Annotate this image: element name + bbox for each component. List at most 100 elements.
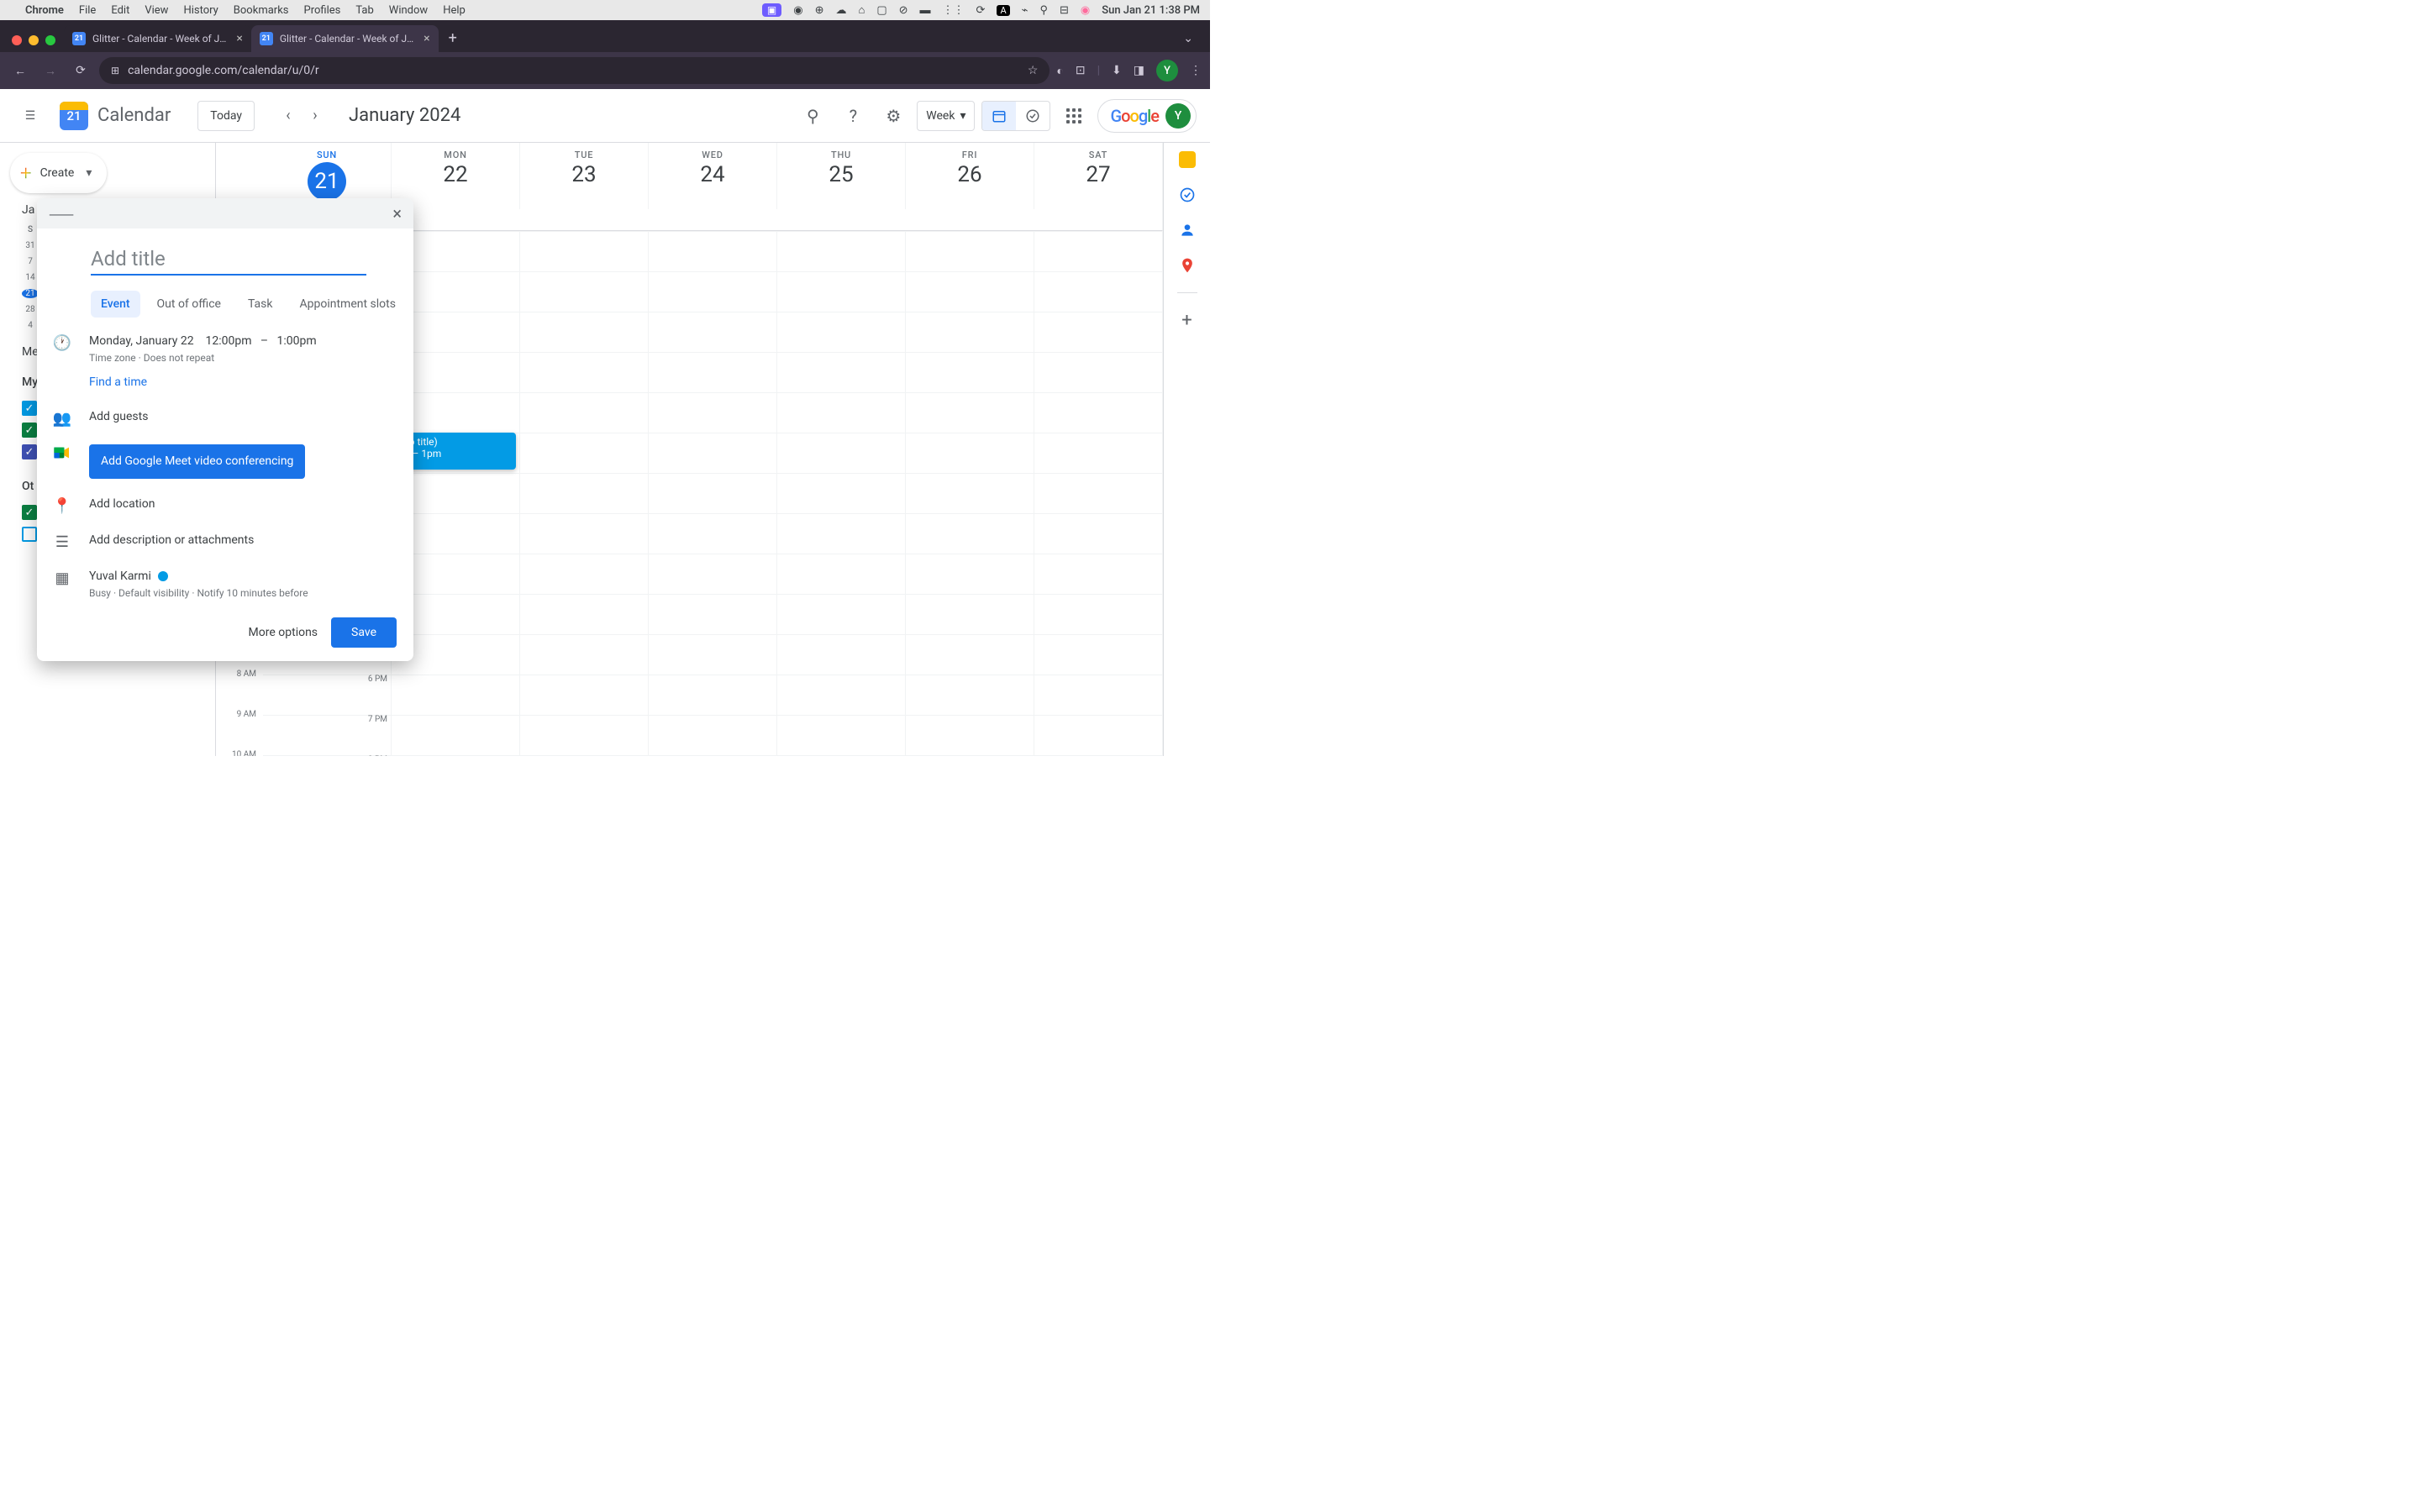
tasks-icon[interactable]	[1179, 186, 1196, 203]
chrome-menu-icon[interactable]: ⋮	[1190, 64, 1202, 77]
bluetooth-icon[interactable]: ⌁	[1022, 4, 1028, 17]
battery-icon[interactable]: ▬	[920, 3, 931, 17]
google-apps-icon[interactable]	[1057, 99, 1091, 133]
window-controls[interactable]	[7, 35, 64, 52]
address-bar[interactable]: ⊞ calendar.google.com/calendar/u/0/r ☆	[99, 57, 1050, 84]
control-center-icon[interactable]: ⊟	[1060, 4, 1069, 17]
prev-period-button[interactable]: ‹	[275, 102, 302, 129]
close-tab-icon[interactable]: ×	[424, 32, 429, 45]
browser-tab[interactable]: 21 Glitter - Calendar - Week of J… ×	[64, 25, 251, 52]
profile-avatar[interactable]: Y	[1156, 60, 1178, 81]
status-icon[interactable]: ⊘	[899, 4, 908, 17]
menu-file[interactable]: File	[79, 4, 96, 17]
organizer-row[interactable]: Yuval Karmi Busy · Default visibility · …	[89, 568, 397, 601]
status-icon[interactable]: A	[997, 5, 1009, 16]
day-column-thu[interactable]	[777, 231, 906, 756]
settings-gear-icon[interactable]: ⚙	[876, 99, 910, 133]
day-header-wed[interactable]: WED 24	[649, 143, 777, 209]
help-icon[interactable]: ?	[836, 99, 870, 133]
tab-task[interactable]: Task	[238, 291, 283, 318]
extension-icon[interactable]: ◐	[1056, 64, 1063, 78]
checkbox-icon[interactable]	[22, 527, 37, 542]
create-button[interactable]: + Create ▾	[10, 153, 107, 193]
menu-view[interactable]: View	[145, 4, 168, 17]
checkbox-icon[interactable]: ✓	[22, 444, 37, 459]
today-button[interactable]: Today	[197, 101, 255, 131]
view-selector[interactable]: Week ▾	[917, 101, 975, 131]
status-icon[interactable]: ◉	[793, 4, 802, 17]
checkbox-icon[interactable]: ✓	[22, 423, 37, 438]
status-icon[interactable]: ⊕	[815, 4, 824, 17]
drag-handle-icon[interactable]: ⸺	[49, 202, 76, 224]
mini-today[interactable]: 21	[22, 289, 39, 298]
close-tab-icon[interactable]: ×	[236, 32, 242, 45]
add-meet-button[interactable]: Add Google Meet video conferencing	[89, 444, 305, 479]
add-description-field[interactable]: Add description or attachments	[89, 532, 397, 549]
menu-edit[interactable]: Edit	[111, 4, 129, 17]
calendar-logo[interactable]: 21 Calendar	[57, 99, 171, 133]
day-column-wed[interactable]	[649, 231, 777, 756]
day-column-fri[interactable]	[906, 231, 1034, 756]
event-time-row[interactable]: Monday, January 22 12:00pm – 1:00pm Time…	[89, 333, 397, 365]
clock-icon[interactable]: ⟳	[976, 4, 986, 17]
day-header-fri[interactable]: FRI 26	[906, 143, 1034, 209]
menu-profiles[interactable]: Profiles	[304, 4, 341, 17]
bookmark-star-icon[interactable]: ☆	[1028, 64, 1039, 77]
macos-menubar: Chrome File Edit View History Bookmarks …	[0, 0, 1210, 20]
reload-button[interactable]: ⟳	[69, 59, 92, 82]
browser-tab-active[interactable]: 21 Glitter - Calendar - Week of J… ×	[251, 25, 439, 52]
checkbox-icon[interactable]: ✓	[22, 505, 37, 520]
keep-icon[interactable]	[1179, 151, 1196, 168]
close-popup-icon[interactable]: ×	[392, 203, 402, 223]
new-tab-button[interactable]: +	[439, 29, 467, 52]
status-icon[interactable]: ▢	[876, 4, 886, 17]
find-time-link[interactable]: Find a time	[89, 375, 147, 389]
wifi-icon[interactable]: ⋮⋮	[943, 4, 965, 17]
current-period-title: January 2024	[349, 105, 460, 126]
tasks-view-icon[interactable]	[1016, 102, 1050, 130]
forward-button[interactable]: →	[39, 59, 62, 82]
tab-event[interactable]: Event	[91, 291, 140, 318]
extensions-icon[interactable]: ⊡	[1076, 64, 1086, 77]
event-title-input[interactable]	[91, 244, 366, 276]
save-button[interactable]: Save	[331, 617, 397, 648]
menubar-app-name[interactable]: Chrome	[25, 4, 64, 17]
search-icon[interactable]: ⚲	[796, 99, 829, 133]
tab-out-of-office[interactable]: Out of office	[147, 291, 231, 318]
day-header-thu[interactable]: THU 25	[777, 143, 906, 209]
more-options-button[interactable]: More options	[235, 617, 332, 648]
day-column-sat[interactable]	[1034, 231, 1163, 756]
screen-share-icon[interactable]: ▣	[762, 3, 781, 17]
siri-icon[interactable]: ◉	[1081, 4, 1090, 17]
account-avatar[interactable]: Y	[1165, 103, 1191, 129]
add-guests-field[interactable]: Add guests	[89, 408, 397, 426]
status-icon[interactable]: ☁	[835, 4, 846, 17]
side-panel-icon[interactable]: ◨	[1134, 64, 1144, 77]
next-period-button[interactable]: ›	[302, 102, 329, 129]
menu-help[interactable]: Help	[443, 4, 466, 17]
site-info-icon[interactable]: ⊞	[111, 65, 119, 76]
tab-overflow-icon[interactable]: ⌄	[1173, 32, 1203, 52]
contacts-icon[interactable]	[1179, 222, 1196, 239]
menubar-clock[interactable]: Sun Jan 21 1:38 PM	[1102, 4, 1200, 17]
checkbox-icon[interactable]: ✓	[22, 401, 37, 416]
menu-tab[interactable]: Tab	[355, 4, 373, 17]
day-header-sat[interactable]: SAT 27	[1034, 143, 1163, 209]
view-toggle[interactable]	[981, 101, 1050, 131]
add-location-field[interactable]: Add location	[89, 496, 397, 513]
day-column-tue[interactable]	[520, 231, 649, 756]
calendar-view-icon[interactable]	[982, 102, 1016, 130]
main-menu-button[interactable]: ☰	[13, 99, 47, 133]
tab-appointment-slots[interactable]: Appointment slots	[290, 291, 406, 318]
add-panel-icon[interactable]: +	[1179, 312, 1196, 328]
menu-bookmarks[interactable]: Bookmarks	[234, 4, 289, 17]
downloads-icon[interactable]: ⬇	[1112, 64, 1122, 77]
back-button[interactable]: ←	[8, 59, 32, 82]
spotlight-icon[interactable]: ⚲	[1039, 4, 1048, 17]
account-switcher[interactable]: Google Y	[1097, 99, 1197, 133]
day-header-tue[interactable]: TUE 23	[520, 143, 649, 209]
menu-history[interactable]: History	[183, 4, 218, 17]
maps-icon[interactable]	[1179, 257, 1196, 274]
menu-window[interactable]: Window	[389, 4, 428, 17]
status-icon[interactable]: ⌂	[858, 3, 865, 17]
